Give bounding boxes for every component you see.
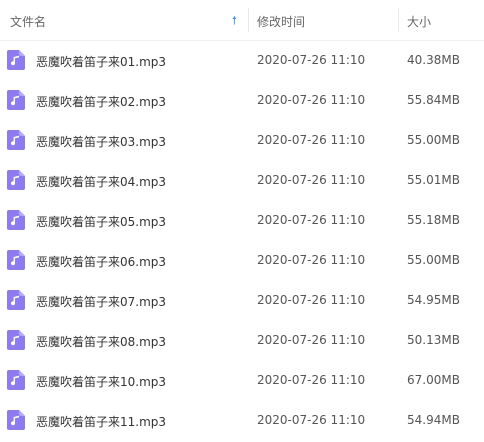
table-row[interactable]: 恶魔吹着笛子来02.mp3 2020-07-26 11:10 55.84MB xyxy=(0,80,484,120)
table-row[interactable]: 恶魔吹着笛子来11.mp3 2020-07-26 11:10 54.94MB xyxy=(0,400,484,440)
file-name: 恶魔吹着笛子来11.mp3 xyxy=(36,415,167,429)
file-size: 54.95MB xyxy=(407,293,460,307)
file-size: 54.94MB xyxy=(407,413,460,427)
file-modified-date: 2020-07-26 11:10 xyxy=(257,213,366,227)
file-modified-date: 2020-07-26 11:10 xyxy=(257,53,366,67)
music-file-icon xyxy=(7,410,25,430)
file-name: 恶魔吹着笛子来06.mp3 xyxy=(36,255,167,269)
table-row[interactable]: 恶魔吹着笛子来04.mp3 2020-07-26 11:10 55.01MB xyxy=(0,160,484,200)
file-size: 55.18MB xyxy=(407,213,460,227)
file-list: 文件名 🠕 修改时间 大小 恶魔吹着笛子来01.mp3 2020-07-26 1… xyxy=(0,0,484,442)
file-modified-date: 2020-07-26 11:10 xyxy=(257,173,366,187)
file-size: 67.00MB xyxy=(407,373,460,387)
file-modified-date: 2020-07-26 11:10 xyxy=(257,253,366,267)
music-file-icon xyxy=(7,90,25,110)
file-name: 恶魔吹着笛子来02.mp3 xyxy=(36,95,167,109)
file-size: 40.38MB xyxy=(407,53,460,67)
file-size: 50.13MB xyxy=(407,333,460,347)
file-modified-date: 2020-07-26 11:10 xyxy=(257,413,366,427)
file-name: 恶魔吹着笛子来05.mp3 xyxy=(36,215,167,229)
sort-up-arrow-icon[interactable]: 🠕 xyxy=(232,12,237,31)
music-file-icon xyxy=(7,210,25,230)
file-modified-date: 2020-07-26 11:10 xyxy=(257,373,366,387)
file-size: 55.01MB xyxy=(407,173,460,187)
music-file-icon xyxy=(7,50,25,70)
column-header-size[interactable]: 大小 xyxy=(407,13,431,30)
file-name: 恶魔吹着笛子来10.mp3 xyxy=(36,375,167,389)
file-name: 恶魔吹着笛子来03.mp3 xyxy=(36,135,167,149)
file-name: 恶魔吹着笛子来07.mp3 xyxy=(36,295,167,309)
file-rows: 恶魔吹着笛子来01.mp3 2020-07-26 11:10 40.38MB 恶… xyxy=(0,40,484,440)
music-file-icon xyxy=(7,170,25,190)
column-header-date[interactable]: 修改时间 xyxy=(257,13,305,30)
file-modified-date: 2020-07-26 11:10 xyxy=(257,333,366,347)
table-row[interactable]: 恶魔吹着笛子来01.mp3 2020-07-26 11:10 40.38MB xyxy=(0,40,484,80)
file-modified-date: 2020-07-26 11:10 xyxy=(257,93,366,107)
music-file-icon xyxy=(7,130,25,150)
list-header: 文件名 🠕 修改时间 大小 xyxy=(0,0,484,41)
file-size: 55.00MB xyxy=(407,253,460,267)
music-file-icon xyxy=(7,330,25,350)
file-name: 恶魔吹着笛子来01.mp3 xyxy=(36,55,167,69)
file-size: 55.84MB xyxy=(407,93,460,107)
table-row[interactable]: 恶魔吹着笛子来07.mp3 2020-07-26 11:10 54.95MB xyxy=(0,280,484,320)
column-divider[interactable] xyxy=(248,8,249,32)
table-row[interactable]: 恶魔吹着笛子来10.mp3 2020-07-26 11:10 67.00MB xyxy=(0,360,484,400)
column-header-name[interactable]: 文件名 xyxy=(10,13,46,30)
file-modified-date: 2020-07-26 11:10 xyxy=(257,133,366,147)
file-name: 恶魔吹着笛子来08.mp3 xyxy=(36,335,167,349)
table-row[interactable]: 恶魔吹着笛子来06.mp3 2020-07-26 11:10 55.00MB xyxy=(0,240,484,280)
music-file-icon xyxy=(7,250,25,270)
file-modified-date: 2020-07-26 11:10 xyxy=(257,293,366,307)
column-divider[interactable] xyxy=(398,8,399,32)
table-row[interactable]: 恶魔吹着笛子来05.mp3 2020-07-26 11:10 55.18MB xyxy=(0,200,484,240)
table-row[interactable]: 恶魔吹着笛子来08.mp3 2020-07-26 11:10 50.13MB xyxy=(0,320,484,360)
file-size: 55.00MB xyxy=(407,133,460,147)
table-row[interactable]: 恶魔吹着笛子来03.mp3 2020-07-26 11:10 55.00MB xyxy=(0,120,484,160)
music-file-icon xyxy=(7,370,25,390)
music-file-icon xyxy=(7,290,25,310)
file-name: 恶魔吹着笛子来04.mp3 xyxy=(36,175,167,189)
